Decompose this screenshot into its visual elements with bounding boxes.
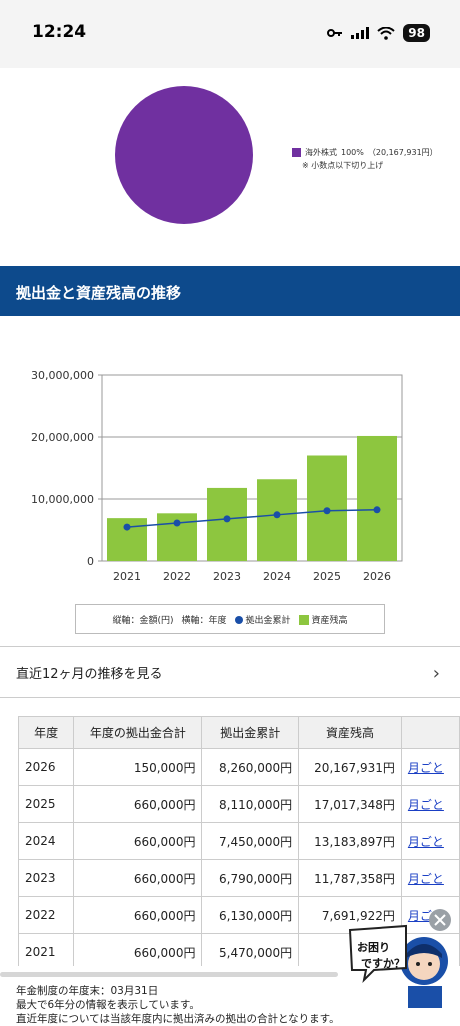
cell-yearly-contribution: 660,000円 xyxy=(73,785,203,823)
legend-bar-entry: 資産残高 xyxy=(298,613,348,626)
monthly-link[interactable]: 月ごと xyxy=(400,822,460,860)
cell-yearly-contribution: 660,000円 xyxy=(73,859,203,897)
table-row: 2026 150,000円 8,260,000円 20,167,931円 月ごと xyxy=(18,748,460,786)
bar-swatch-icon xyxy=(298,615,309,625)
key-icon xyxy=(327,29,343,37)
header-asset-balance: 資産残高 xyxy=(298,716,402,749)
cell-year: 2024 xyxy=(18,822,75,860)
cell-cumulative-contribution: 8,260,000円 xyxy=(201,748,300,786)
cell-cumulative-contribution: 6,790,000円 xyxy=(201,859,300,897)
table-row: 2023 660,000円 6,790,000円 11,787,358円 月ごと xyxy=(18,859,460,897)
bar-asset-balance xyxy=(357,435,397,561)
legend-bar-label: 資産残高 xyxy=(311,615,348,626)
header-monthly xyxy=(400,716,460,749)
cell-year: 2026 xyxy=(18,748,75,786)
x-tick-label: 2026 xyxy=(363,570,391,583)
line-marker-icon xyxy=(234,616,243,624)
x-tick-label: 2021 xyxy=(113,570,141,583)
status-time: 12:24 xyxy=(32,22,87,42)
max-years-note: 最大で6年分の情報を表示しています。 xyxy=(16,999,200,1011)
cell-yearly-contribution: 150,000円 xyxy=(73,748,203,786)
legend-line-entry: 拠出金累計 xyxy=(234,613,291,626)
cell-cumulative-contribution: 8,110,000円 xyxy=(201,785,300,823)
cell-year: 2025 xyxy=(18,785,75,823)
status-icons: 98 xyxy=(327,24,430,42)
cell-cumulative-contribution: 6,130,000円 xyxy=(201,896,300,934)
table-row: 2025 660,000円 8,110,000円 17,017,348円 月ごと xyxy=(18,785,460,823)
allocation-pie-chart xyxy=(115,86,253,224)
cell-yearly-contribution: 660,000円 xyxy=(73,822,203,860)
cell-asset-balance: 17,017,348円 xyxy=(298,785,402,823)
pie-legend-percent: 100% xyxy=(341,148,364,157)
x-tick-label: 2024 xyxy=(263,570,291,583)
pie-slice-overseas-equity xyxy=(115,86,253,224)
chart-legend: 縦軸：金額(円) 横軸：年度 拠出金累計 資産残高 xyxy=(75,604,385,634)
monthly-link[interactable]: 月ごと xyxy=(400,748,460,786)
allocation-pie-section: 海外株式 100% （20,167,931円） ※ 小数点以下切り上げ xyxy=(0,68,460,266)
x-tick-label: 2022 xyxy=(163,570,191,583)
chart-svg: 0 10,000,000 20,000,000 30,000,000 2021 2022 2… xyxy=(31,369,403,583)
cell-year: 2021 xyxy=(18,933,75,966)
bar-asset-balance xyxy=(207,487,247,561)
cellular-signal-icon xyxy=(351,27,370,39)
x-tick-label: 2025 xyxy=(313,570,341,583)
point-cumulative-contribution xyxy=(123,523,131,531)
pie-legend-amount: （20,167,931円） xyxy=(367,148,438,157)
legend-horizontal-axis: 横軸：年度 xyxy=(181,615,227,626)
cell-cumulative-contribution: 5,470,000円 xyxy=(201,933,300,966)
header-cumulative-contribution: 拠出金累計 xyxy=(201,716,300,749)
help-bubble-line1: お困り xyxy=(357,941,390,954)
legend-swatch xyxy=(292,148,301,157)
home-indicator xyxy=(0,972,338,977)
cell-yearly-contribution: 660,000円 xyxy=(73,896,203,934)
cell-cumulative-contribution: 7,450,000円 xyxy=(201,822,300,860)
header-yearly-contribution: 年度の拠出金合計 xyxy=(73,716,203,749)
y-tick-label: 20,000,000 xyxy=(31,431,94,444)
cell-asset-balance: 20,167,931円 xyxy=(298,748,402,786)
help-assistant-widget[interactable]: お困り ですか？ xyxy=(348,906,460,1008)
point-cumulative-contribution xyxy=(173,519,181,527)
chevron-right-icon: › xyxy=(432,663,440,684)
table-row: 2024 660,000円 7,450,000円 13,183,897円 月ごと xyxy=(18,822,460,860)
help-bubble-line2: ですか？ xyxy=(361,957,405,970)
y-tick-label: 0 xyxy=(87,555,94,568)
wifi-icon xyxy=(377,26,395,40)
header-year: 年度 xyxy=(18,716,75,749)
table-header-row: 年度 年度の拠出金合計 拠出金累計 資産残高 xyxy=(18,716,460,749)
section-title: 拠出金と資産残高の推移 xyxy=(16,284,182,302)
fiscal-year-end-note: 年金制度の年度末：03月31日 xyxy=(16,985,159,997)
point-cumulative-contribution xyxy=(323,507,331,515)
battery-icon: 98 xyxy=(403,24,430,42)
legend-vertical-axis: 縦軸：金額(円) xyxy=(112,615,174,626)
y-tick-label: 10,000,000 xyxy=(31,493,94,506)
cell-year: 2022 xyxy=(18,896,75,934)
pie-legend-label: 海外株式 xyxy=(305,148,337,157)
point-cumulative-contribution xyxy=(223,515,231,523)
y-tick-label: 30,000,000 xyxy=(31,369,94,382)
point-cumulative-contribution xyxy=(273,511,281,519)
point-cumulative-contribution xyxy=(373,506,381,514)
bar-asset-balance xyxy=(257,479,297,561)
recent-12-months-label: 直近12ヶ月の推移を見る xyxy=(16,666,163,682)
x-tick-label: 2023 xyxy=(213,570,241,583)
monthly-link[interactable]: 月ごと xyxy=(400,859,460,897)
cell-yearly-contribution: 660,000円 xyxy=(73,933,203,966)
footer-notes: 年金制度の年度末：03月31日 最大で6年分の情報を表示しています。 直近年度に… xyxy=(16,984,340,1026)
cell-asset-balance: 11,787,358円 xyxy=(298,859,402,897)
status-bar: 12:24 98 xyxy=(0,0,460,68)
pie-legend-item: 海外株式 100% （20,167,931円） xyxy=(292,147,438,158)
monthly-link[interactable]: 月ごと xyxy=(400,785,460,823)
legend-line-label: 拠出金累計 xyxy=(245,615,291,626)
cell-year: 2023 xyxy=(18,859,75,897)
cell-asset-balance: 13,183,897円 xyxy=(298,822,402,860)
section-header: 拠出金と資産残高の推移 xyxy=(0,266,460,316)
contribution-balance-chart: 0 10,000,000 20,000,000 30,000,000 2021 2022 2… xyxy=(0,316,460,646)
recent-12-months-link[interactable]: 直近12ヶ月の推移を見る › xyxy=(0,646,460,698)
pie-rounding-note: ※ 小数点以下切り上げ xyxy=(302,161,384,170)
